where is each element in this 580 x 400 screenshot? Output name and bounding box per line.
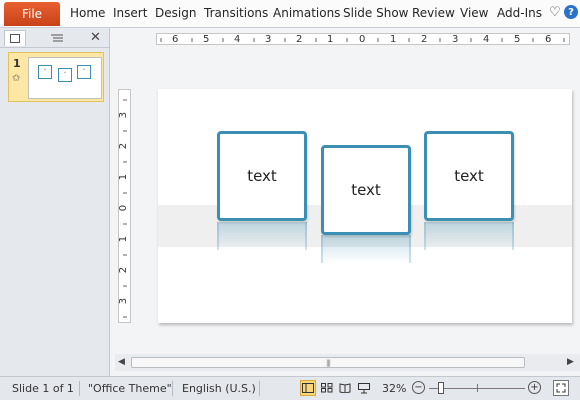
minimize-ribbon-icon[interactable]: ♡ [549,5,561,20]
tab-design[interactable]: Design [155,6,196,20]
ruler-number: 2 [421,34,428,45]
zoom-out-icon[interactable]: − [412,381,425,394]
slides-tab-icon [10,34,20,43]
zoom-slider-midmark [477,384,478,392]
reading-view-icon [339,383,351,393]
ruler-number: 6 [172,34,179,45]
ruler-number: 6 [545,34,552,45]
ruler-number: 3 [452,34,459,45]
fit-to-window-button[interactable] [553,380,569,396]
tab-view[interactable]: View [460,6,488,20]
fit-to-window-icon [556,383,566,393]
ruler-number: 4 [234,34,241,45]
ruler-number: 5 [514,34,521,45]
ruler-number: 4 [483,34,490,45]
normal-view-button[interactable] [300,380,316,396]
scroll-thumb[interactable]: ||| [131,357,525,368]
animation-star-icon: ✩ [12,73,21,84]
thumbnail-box: ˅ [38,65,52,79]
help-icon[interactable]: ? [564,5,578,19]
box-reflection [424,222,514,250]
tab-animations[interactable]: Animations [273,6,340,20]
separator [172,381,173,396]
scroll-right-icon[interactable]: ▶ [567,357,574,367]
outline-tab-icon [51,34,63,41]
tab-slide-show[interactable]: Slide Show [343,6,408,20]
tab-insert[interactable]: Insert [113,6,147,20]
horizontal-ruler[interactable]: 6 5 4 3 2 1 0 1 2 3 4 5 6 [156,33,570,45]
ruler-number: 2 [296,34,303,45]
slide-number: 1 [13,57,21,70]
text-box-right[interactable]: text [424,131,514,221]
horizontal-scrollbar[interactable]: ◀ ||| ▶ [115,354,580,371]
slide-show-icon [358,382,370,393]
separator [79,381,80,396]
slide-show-button[interactable] [356,380,372,396]
thumbnail-box: ˅ [58,68,72,82]
box-reflection [217,222,307,250]
thumbnail-box: ˅ [77,65,91,79]
separator [259,381,260,396]
slide-sorter-icon [321,383,333,393]
tab-add-ins[interactable]: Add-Ins [497,6,542,20]
ruler-number: 1 [118,173,130,181]
slides-panel: ✕ 1 ✩ ˅ ˅ ˅ [0,28,110,376]
theme-name[interactable]: "Office Theme" [88,382,172,395]
scroll-left-icon[interactable]: ◀ [118,357,125,367]
ruler-number: 2 [118,266,130,274]
slide-counter: Slide 1 of 1 [12,382,74,395]
tab-home[interactable]: Home [70,6,105,20]
text-box-left[interactable]: text [217,131,307,221]
language-indicator[interactable]: English (U.S.) [182,382,256,395]
ruler-number: 1 [390,34,397,45]
slide-sorter-button[interactable] [319,380,335,396]
ruler-number: 1 [327,34,334,45]
ribbon-tab-bar: File Home Insert Design Transitions Anim… [0,0,580,28]
file-tab[interactable]: File [4,2,60,26]
close-panel-icon[interactable]: ✕ [90,30,101,45]
box-text: text [351,181,381,199]
slides-tab[interactable] [4,30,26,46]
tab-review[interactable]: Review [412,6,455,20]
ruler-number: 1 [118,235,130,243]
outline-tab[interactable] [46,30,68,46]
text-box-center[interactable]: text [321,145,411,235]
ruler-number: 0 [118,204,130,212]
slide-thumbnail-item[interactable]: 1 ✩ ˅ ˅ ˅ [8,52,104,102]
ruler-number: 0 [359,34,366,45]
slide-canvas[interactable]: text text text [158,89,572,323]
normal-view-icon [302,383,314,393]
ruler-number: 5 [203,34,210,45]
box-text: text [247,167,277,185]
zoom-level[interactable]: 32% [382,382,406,395]
vertical-ruler[interactable]: 3 2 1 0 1 2 3 [118,89,131,323]
reading-view-button[interactable] [337,380,353,396]
ruler-number: 3 [118,297,130,305]
slide-thumbnail[interactable]: ˅ ˅ ˅ [28,57,102,99]
panel-tabs: ✕ [0,28,110,48]
status-bar: Slide 1 of 1 "Office Theme" English (U.S… [0,376,580,400]
box-reflection [321,235,411,263]
ruler-number: 3 [118,111,130,119]
ruler-number: 3 [265,34,272,45]
tab-transitions[interactable]: Transitions [204,6,268,20]
zoom-slider-knob[interactable] [437,382,444,394]
box-text: text [454,167,484,185]
zoom-in-icon[interactable]: + [528,381,541,394]
ruler-number: 2 [118,142,130,150]
